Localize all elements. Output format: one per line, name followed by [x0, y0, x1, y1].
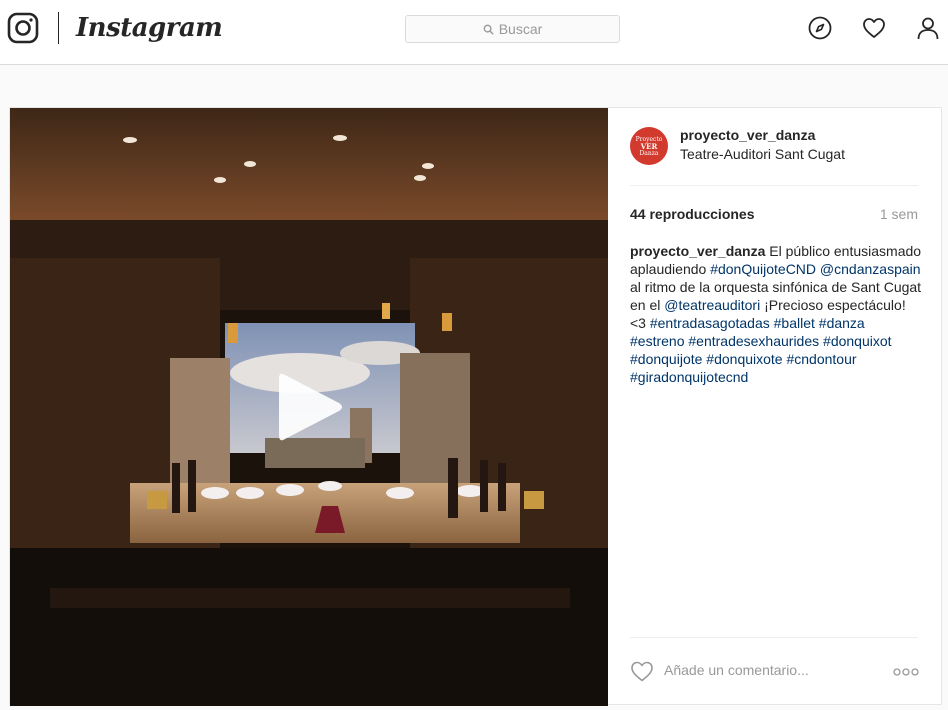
post-sidebar: Proyecto VER Danza proyecto_ver_danza Te…	[608, 108, 941, 704]
divider	[630, 185, 918, 186]
heart-icon[interactable]	[862, 16, 886, 40]
view-count: 44 reproducciones	[630, 206, 755, 222]
search-placeholder: Buscar	[498, 21, 543, 37]
more-options-icon[interactable]	[893, 668, 919, 676]
like-heart-icon[interactable]	[630, 660, 654, 682]
hashtag-link[interactable]: #entradesexhaurides	[688, 333, 819, 349]
post-location[interactable]: Teatre-Auditori Sant Cugat	[680, 146, 845, 162]
hashtag-link[interactable]: #giradonquijotecnd	[630, 369, 748, 385]
avatar-text-bottom: Danza	[639, 149, 659, 157]
hashtag-link[interactable]: #donquijote	[630, 351, 702, 367]
post-time[interactable]: 1 sem	[880, 206, 918, 222]
post-username[interactable]: proyecto_ver_danza	[680, 127, 815, 143]
avatar-text-mid: VER	[640, 141, 658, 151]
instagram-wordmark[interactable]: Instagram	[76, 12, 223, 44]
post-caption: proyecto_ver_danza El público entusiasma…	[630, 242, 922, 386]
hashtag-link[interactable]: #cndontour	[786, 351, 856, 367]
video-player[interactable]	[10, 108, 608, 706]
camera-icon[interactable]	[7, 12, 39, 44]
search-input[interactable]: Buscar	[405, 15, 620, 43]
caption-username[interactable]: proyecto_ver_danza	[630, 243, 765, 259]
hashtag-link[interactable]: #ballet	[774, 315, 815, 331]
mention-link[interactable]: @teatreauditori	[664, 297, 760, 313]
hashtag-link[interactable]: #donquixot	[823, 333, 892, 349]
comment-input[interactable]: Añade un comentario...	[664, 662, 809, 678]
logo-divider	[58, 12, 59, 44]
post-card: Proyecto VER Danza proyecto_ver_danza Te…	[9, 107, 942, 706]
hashtag-link[interactable]: #entradasagotadas	[650, 315, 770, 331]
compass-icon[interactable]	[808, 16, 832, 40]
profile-icon[interactable]	[916, 16, 940, 40]
hashtag-link[interactable]: #donquixote	[706, 351, 782, 367]
mention-link[interactable]: @cndanzaspain	[820, 261, 921, 277]
divider	[630, 637, 918, 638]
hashtag-link[interactable]: #donQuijoteCND	[710, 261, 816, 277]
play-icon[interactable]	[279, 371, 343, 443]
search-icon	[483, 24, 494, 35]
hashtag-link[interactable]: #danza	[819, 315, 865, 331]
hashtag-link[interactable]: #estreno	[630, 333, 684, 349]
avatar[interactable]: Proyecto VER Danza	[630, 127, 668, 165]
top-navbar: Instagram Buscar	[0, 0, 948, 65]
